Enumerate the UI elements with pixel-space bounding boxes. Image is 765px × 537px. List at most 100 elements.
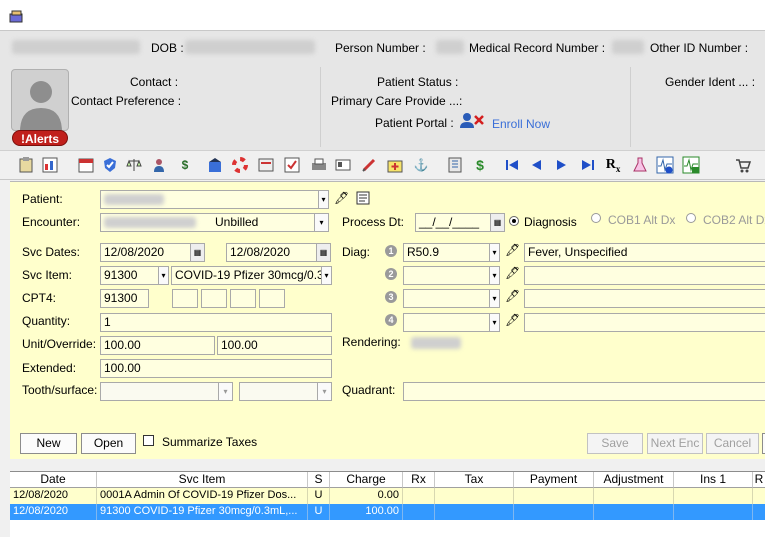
- cancel-button[interactable]: Cancel: [706, 433, 759, 454]
- encounter-select[interactable]: Unbilled ▾: [100, 213, 329, 232]
- dollar-icon[interactable]: $: [471, 156, 489, 174]
- svc-date-from-input[interactable]: 12/08/2020 ▦: [100, 243, 205, 262]
- edit-patient-icon[interactable]: 🖋: [334, 191, 349, 205]
- vitals-info-icon[interactable]: [656, 156, 674, 174]
- calendar-icon[interactable]: ▦: [316, 244, 330, 261]
- medical-bag-icon[interactable]: [386, 156, 404, 174]
- col-header-date[interactable]: Date: [10, 472, 97, 488]
- new-button[interactable]: New: [20, 433, 77, 454]
- chevron-down-icon: ▾: [489, 267, 499, 284]
- surface-select[interactable]: ▾: [239, 382, 332, 401]
- svc-item-desc-select[interactable]: COVID-19 Pfizer 30mcg/0.3ml ▾: [171, 266, 332, 285]
- open-button[interactable]: Open: [81, 433, 136, 454]
- unit-price-input[interactable]: 100.00: [100, 336, 215, 355]
- diag-3-lookup-icon[interactable]: 🖋: [505, 289, 520, 303]
- diagnosis-radio[interactable]: [509, 216, 519, 226]
- calendar-icon[interactable]: ▦: [490, 214, 504, 231]
- diag-1-code-select[interactable]: R50.9 ▾: [403, 243, 500, 262]
- hospital-icon[interactable]: [206, 156, 224, 174]
- patient-name-redacted: [12, 40, 140, 54]
- patient-notes-icon[interactable]: [356, 191, 370, 208]
- lab-flask-icon[interactable]: [631, 156, 649, 174]
- col-header-payment[interactable]: Payment: [514, 472, 594, 488]
- svc-item-code-select[interactable]: 91300 ▾: [100, 266, 169, 285]
- diag-1-lookup-icon[interactable]: 🖋: [505, 243, 520, 257]
- save-button[interactable]: Save: [587, 433, 643, 454]
- calendar-icon[interactable]: [77, 156, 95, 174]
- tooth-select[interactable]: ▾: [100, 382, 233, 401]
- modifier-3-input[interactable]: [230, 289, 256, 308]
- anchor-icon[interactable]: ⚓: [412, 156, 430, 174]
- col-header-ins1[interactable]: Ins 1: [674, 472, 753, 488]
- diagnosis-radio-label: Diagnosis: [524, 215, 577, 229]
- encounter-status: Unbilled: [215, 215, 259, 229]
- cpt4-input[interactable]: 91300: [100, 289, 149, 308]
- rendering-provider-redacted: [411, 337, 461, 349]
- lifebuoy-icon[interactable]: [231, 156, 249, 174]
- next-record-icon[interactable]: [553, 156, 571, 174]
- cell-rx: [403, 504, 435, 520]
- cob1-radio[interactable]: [591, 213, 601, 223]
- col-header-s[interactable]: S: [308, 472, 330, 488]
- quadrant-input[interactable]: [403, 382, 765, 401]
- col-header-r[interactable]: R: [753, 472, 765, 488]
- modifier-1-input[interactable]: [172, 289, 198, 308]
- col-header-charge[interactable]: Charge: [330, 472, 403, 488]
- patient-select[interactable]: ▾: [100, 190, 329, 209]
- previous-record-icon[interactable]: [527, 156, 545, 174]
- diag-label: Diag:: [342, 245, 371, 259]
- form-icon[interactable]: [257, 156, 275, 174]
- cell-ins1: [674, 504, 753, 520]
- enroll-now-link[interactable]: Enroll Now: [492, 117, 550, 131]
- summarize-taxes-label: Summarize Taxes: [162, 435, 258, 449]
- first-record-icon[interactable]: [503, 156, 521, 174]
- encounter-label: Encounter:: [22, 215, 81, 229]
- col-header-svc-item[interactable]: Svc Item: [97, 472, 308, 488]
- diag-2-lookup-icon[interactable]: 🖋: [505, 266, 520, 280]
- shopping-cart-icon[interactable]: [734, 156, 752, 174]
- balance-scale-icon[interactable]: [125, 156, 143, 174]
- last-record-icon[interactable]: [579, 156, 597, 174]
- book-icon[interactable]: [446, 156, 464, 174]
- table-row[interactable]: 12/08/2020 91300 COVID-19 Pfizer 30mcg/0…: [10, 504, 765, 520]
- col-header-tax[interactable]: Tax: [435, 472, 514, 488]
- cell-adjustment: [594, 504, 674, 520]
- override-price-input[interactable]: 100.00: [217, 336, 332, 355]
- modifier-4-input[interactable]: [259, 289, 285, 308]
- clipboard-icon[interactable]: [17, 156, 35, 174]
- svc-date-to-input[interactable]: 12/08/2020 ▦: [226, 243, 331, 262]
- process-date-input[interactable]: __/__/____ ▦: [415, 213, 505, 232]
- modifier-2-input[interactable]: [201, 289, 227, 308]
- diag-4-code-select[interactable]: ▾: [403, 313, 500, 332]
- diag-3-code-select[interactable]: ▾: [403, 289, 500, 308]
- prescription-icon[interactable]: Rx: [604, 156, 622, 174]
- checklist-icon[interactable]: [283, 156, 301, 174]
- shield-check-icon[interactable]: [101, 156, 119, 174]
- cell-date: 12/08/2020: [10, 504, 97, 520]
- money-person-icon[interactable]: $: [176, 156, 194, 174]
- alerts-button[interactable]: !Alerts: [12, 130, 68, 146]
- syringe-icon[interactable]: [360, 156, 378, 174]
- process-date-label: Process Dt:: [342, 215, 405, 229]
- chevron-down-icon: ▾: [489, 244, 499, 261]
- patient-photo[interactable]: [11, 69, 69, 131]
- printer-icon[interactable]: [310, 156, 328, 174]
- diag-number-2: 2: [385, 268, 397, 280]
- calendar-icon[interactable]: ▦: [190, 244, 204, 261]
- person-search-icon[interactable]: [152, 156, 170, 174]
- chevron-down-icon: ▾: [158, 267, 168, 284]
- charges-grid: Date Svc Item S Charge Rx Tax Payment Ad…: [10, 471, 765, 537]
- next-enc-button[interactable]: Next Enc: [647, 433, 703, 454]
- summarize-taxes-checkbox[interactable]: [143, 435, 154, 446]
- col-header-adjustment[interactable]: Adjustment: [594, 472, 674, 488]
- table-row[interactable]: 12/08/2020 0001A Admin Of COVID-19 Pfize…: [10, 488, 765, 504]
- diag-4-lookup-icon[interactable]: 🖋: [505, 313, 520, 327]
- quantity-input[interactable]: 1: [100, 313, 332, 332]
- unit-override-label: Unit/Override:: [22, 337, 97, 351]
- chart-icon[interactable]: [41, 156, 59, 174]
- diag-2-code-select[interactable]: ▾: [403, 266, 500, 285]
- vitals-check-icon[interactable]: [682, 156, 700, 174]
- cob2-radio[interactable]: [686, 213, 696, 223]
- id-card-icon[interactable]: [334, 156, 352, 174]
- col-header-rx[interactable]: Rx: [403, 472, 435, 488]
